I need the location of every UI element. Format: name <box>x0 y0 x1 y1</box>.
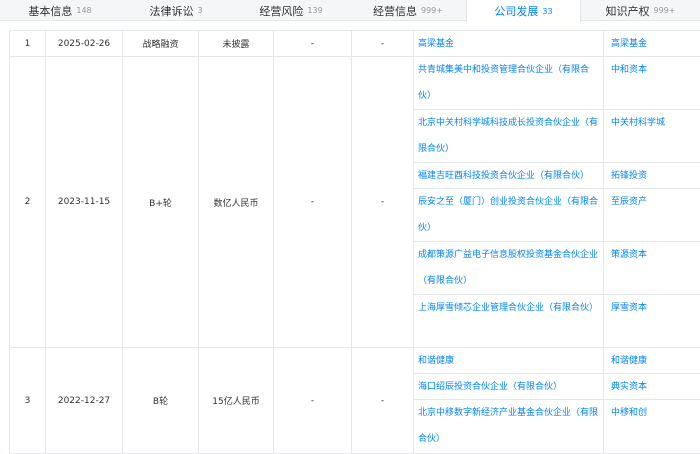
row-ratio: - <box>352 57 414 348</box>
investor-link[interactable]: 辰安之至（厦门）创业投资合伙企业（有限合伙） <box>414 189 603 242</box>
firm-link[interactable]: 拓锋投资 <box>604 163 700 189</box>
investor-cell: 高梁基金 <box>414 31 604 57</box>
tab-bar: 基本信息 148 法律诉讼 3 经营风险 139 经营信息 999+ 公司发展 33 知识… <box>0 0 700 21</box>
investor-link[interactable]: 成都策源广益电子信息股权投资基金合伙企业（有限合伙） <box>414 242 603 295</box>
row-index: 3 <box>10 348 46 454</box>
row-valuation: - <box>274 31 352 57</box>
row-ratio: - <box>352 31 414 57</box>
investor-link[interactable]: 海口绍辰投资合伙企业（有限合伙） <box>414 374 603 400</box>
row-date: 2025-02-26 <box>46 31 123 57</box>
firm-link[interactable]: 中关村科学城 <box>604 110 700 163</box>
table-row: 2 2023-11-15 B+轮 数亿人民币 - - 共青城集美中和投资管理合伙… <box>10 57 700 348</box>
table-row: 1 2025-02-26 战略融资 未披露 - - 高梁基金 高梁基金 <box>10 31 700 57</box>
investor-cell: 和谐健康 海口绍辰投资合伙企业（有限合伙） 北京中移数字新经济产业基金合伙企业（… <box>414 348 604 454</box>
investor-link[interactable]: 和谐健康 <box>414 348 603 374</box>
row-index: 2 <box>10 57 46 348</box>
tab-count: 139 <box>307 6 322 15</box>
investor-link[interactable]: 北京中移数字新经济产业基金合伙企业（有限合伙） <box>414 400 603 453</box>
firm-link[interactable]: 至辰资产 <box>604 189 700 242</box>
tab-operations[interactable]: 经营信息 999+ <box>350 0 466 21</box>
tab-ip[interactable]: 知识产权 999+ <box>581 0 700 21</box>
row-valuation: - <box>274 348 352 454</box>
firm-link[interactable]: 和谐健康 <box>604 348 700 374</box>
row-amount: 数亿人民币 <box>199 57 274 348</box>
tab-label: 知识产权 <box>606 3 650 19</box>
firm-link[interactable]: 厚雪资本 <box>604 295 700 347</box>
tab-development[interactable]: 公司发展 33 <box>466 0 581 22</box>
tab-legal[interactable]: 法律诉讼 3 <box>120 0 232 21</box>
tab-basic-info[interactable]: 基本信息 148 <box>0 0 120 21</box>
firm-link[interactable]: 中移和创 <box>604 400 700 453</box>
tab-count: 999+ <box>654 6 676 15</box>
investor-link[interactable]: 共青城集美中和投资管理合伙企业（有限合伙） <box>414 57 603 110</box>
row-index: 1 <box>10 31 46 57</box>
row-valuation: - <box>274 57 352 348</box>
investor-cell: 共青城集美中和投资管理合伙企业（有限合伙） 北京中关村科学城科技成长投资合伙企业… <box>414 57 604 348</box>
row-round: 战略融资 <box>123 31 199 57</box>
investor-link[interactable]: 高梁基金 <box>414 31 603 56</box>
tab-risk[interactable]: 经营风险 139 <box>232 0 350 21</box>
firm-cell: 和谐健康 典实资本 中移和创 <box>604 348 700 454</box>
tab-label: 经营信息 <box>373 3 417 19</box>
firm-link[interactable]: 典实资本 <box>604 374 700 400</box>
row-round: B轮 <box>123 348 199 454</box>
row-date: 2022-12-27 <box>46 348 123 454</box>
tab-label: 公司发展 <box>494 3 538 19</box>
investor-link[interactable]: 北京中关村科学城科技成长投资合伙企业（有限合伙） <box>414 110 603 163</box>
investor-link[interactable]: 福建吉旺酉科技投资合伙企业（有限合伙） <box>414 163 603 189</box>
tab-count: 33 <box>542 7 552 16</box>
firm-link[interactable]: 策源资本 <box>604 242 700 295</box>
tab-label: 经营风险 <box>259 3 303 19</box>
tab-count: 999+ <box>421 6 443 15</box>
row-date: 2023-11-15 <box>46 57 123 348</box>
tab-count: 148 <box>76 6 91 15</box>
row-amount: 未披露 <box>199 31 274 57</box>
tab-label: 法律诉讼 <box>149 3 193 19</box>
tab-label: 基本信息 <box>28 3 72 19</box>
tab-count: 3 <box>197 6 202 15</box>
firm-link[interactable]: 中和资本 <box>604 57 700 110</box>
row-ratio: - <box>352 348 414 454</box>
firm-cell: 中和资本 中关村科学城 拓锋投资 至辰资产 策源资本 厚雪资本 <box>604 57 700 348</box>
row-round: B+轮 <box>123 57 199 348</box>
firm-link[interactable]: 高梁基金 <box>604 31 700 56</box>
firm-cell: 高梁基金 <box>604 31 700 57</box>
table-row: 3 2022-12-27 B轮 15亿人民币 - - 和谐健康 海口绍辰投资合伙… <box>10 348 700 454</box>
row-amount: 15亿人民币 <box>199 348 274 454</box>
investor-link[interactable]: 上海厚雪倾芯企业管理合伙企业（有限合伙） <box>414 295 603 347</box>
financing-table: 1 2025-02-26 战略融资 未披露 - - 高梁基金 高梁基金 2 20… <box>9 30 700 454</box>
